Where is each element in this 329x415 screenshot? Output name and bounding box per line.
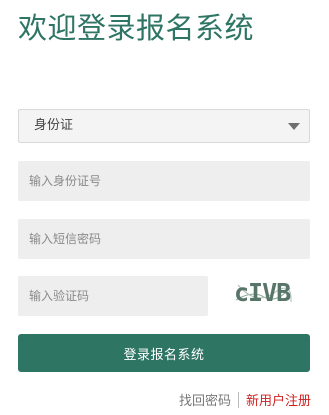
forgot-password-link[interactable]: 找回密码 bbox=[179, 394, 231, 409]
id-type-select[interactable]: 身份证 bbox=[18, 109, 310, 143]
captcha-text: cIVB bbox=[234, 278, 291, 307]
id-type-selected-value: 身份证 bbox=[34, 118, 74, 133]
register-link[interactable]: 新用户注册 bbox=[246, 394, 311, 409]
link-divider bbox=[237, 392, 239, 408]
login-button[interactable]: 登录报名系统 bbox=[18, 334, 310, 372]
page-title: 欢迎登录报名系统 bbox=[18, 11, 255, 45]
caret-down-icon bbox=[288, 123, 300, 130]
footer-links: 找回密码 新用户注册 bbox=[179, 392, 311, 411]
sms-code-input[interactable] bbox=[18, 219, 310, 259]
captcha-image[interactable]: cIVB bbox=[234, 276, 292, 310]
id-number-input[interactable] bbox=[18, 161, 310, 201]
captcha-input[interactable] bbox=[18, 276, 208, 316]
